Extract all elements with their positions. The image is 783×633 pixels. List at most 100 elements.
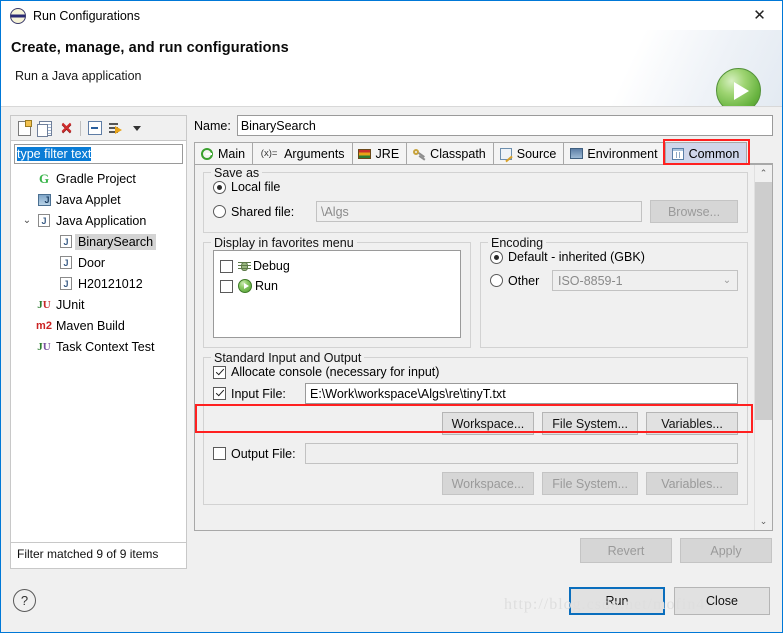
dialog-body: ✕ G Gradle Project Java Applet ⌄ Java Applic… [1,107,782,569]
java-application-icon [35,214,53,227]
radio-dot-icon [213,180,226,194]
tree-item-java-application[interactable]: ⌄ Java Application [11,210,186,231]
scrollbar-thumb[interactable] [755,182,772,421]
scrollbar-track[interactable] [755,182,772,513]
configuration-name-input[interactable] [236,115,773,136]
new-configuration-icon[interactable] [14,118,35,138]
run-button[interactable]: Run [569,586,665,615]
run-checkbox[interactable] [220,279,233,293]
encoding-default-label: Default - inherited (GBK) [508,250,645,264]
input-file-buttons: Workspace... File System... Variables... [213,412,738,435]
encoding-default-radio[interactable]: Default - inherited (GBK) [490,250,645,264]
tab-label: Main [218,146,246,161]
favorite-run-item[interactable]: Run [220,276,454,296]
allocate-console-label: Allocate console (necessary for input) [231,365,440,379]
name-label: Name: [194,118,231,133]
filter-configurations-icon[interactable] [105,118,126,138]
tree-item-gradle-project[interactable]: G Gradle Project [11,168,186,189]
apply-button[interactable]: Apply [680,538,772,563]
title-bar: Run Configurations ✕ [1,1,782,30]
tree-item-h20121012[interactable]: H20121012 [11,273,186,294]
configuration-editor: Name: Main (x)= Arguments JRE Classpath Sourc… [194,115,773,569]
tab-label: Classpath [430,146,486,161]
input-file-label: Input File: [231,386,286,401]
output-file-input[interactable] [305,443,738,464]
scroll-up-icon[interactable]: ⌃ [755,165,772,182]
close-button[interactable]: Close [674,586,770,615]
content-scrollbar[interactable]: ⌃ ⌄ [754,165,772,530]
workspace-button[interactable]: Workspace... [441,412,535,435]
tab-bar: Main (x)= Arguments JRE Classpath Source Envir… [194,139,773,165]
favorites-list[interactable]: Debug Run [213,250,461,338]
configurations-tree[interactable]: G Gradle Project Java Applet ⌄ Java Applicat… [10,166,187,543]
run-configurations-dialog: Run Configurations ✕ Create, manage, and… [0,0,783,633]
tab-environment[interactable]: Environment [563,142,666,164]
search-input[interactable] [14,144,183,164]
tree-item-label: BinarySearch [75,233,157,250]
junit-icon: JU [37,298,51,311]
output-workspace-button[interactable]: Workspace... [441,472,535,495]
allocate-console-checkbox[interactable]: Allocate console (necessary for input) [213,365,439,379]
tab-label: JRE [375,146,400,161]
tab-arguments[interactable]: (x)= Arguments [252,142,353,164]
header-banner: Create, manage, and run configurations R… [1,30,782,107]
favorites-group: Display in favorites menu Debug Run [203,236,471,348]
java-application-icon [57,235,75,248]
apply-bar: Revert Apply [194,531,773,569]
encoding-select[interactable]: ISO-8859-1 ⌄ [552,270,738,291]
favorite-debug-item[interactable]: Debug [220,256,454,276]
tree-item-junit[interactable]: JU JUnit [11,294,186,315]
variables-button[interactable]: Variables... [646,412,738,435]
debug-checkbox[interactable] [220,259,233,273]
collapse-all-icon[interactable] [84,118,105,138]
shared-file-radio[interactable]: Shared file: [213,205,316,219]
tree-item-label: Gradle Project [56,171,136,186]
input-file-checkbox[interactable]: Input File: [213,387,305,401]
tree-item-binarysearch[interactable]: BinarySearch [11,231,186,252]
duplicate-configuration-icon[interactable] [35,118,56,138]
tree-item-task-context-test[interactable]: JU Task Context Test [11,336,186,357]
tab-classpath[interactable]: Classpath [406,142,494,164]
file-system-button[interactable]: File System... [542,412,638,435]
chevron-down-icon: ⌄ [722,275,732,286]
tab-common[interactable]: Common [664,142,748,164]
configurations-panel: ✕ G Gradle Project Java Applet ⌄ Java Applic… [10,115,187,569]
shared-file-input[interactable] [316,201,642,222]
name-row: Name: [194,115,773,136]
input-file-input[interactable] [305,383,738,404]
help-icon[interactable]: ? [13,589,36,612]
encoding-other-radio[interactable]: Other [490,274,552,288]
main-tab-icon [200,147,214,160]
output-file-checkbox[interactable]: Output File: [213,447,305,461]
favorites-legend: Display in favorites menu [211,236,357,250]
local-file-label: Local file [231,180,281,194]
tree-item-java-applet[interactable]: Java Applet [11,189,186,210]
dialog-footer: ? Run Close http://blog.csdn.net/mofin4 [1,569,782,632]
chevron-down-icon[interactable]: ⌄ [19,215,35,226]
revert-button[interactable]: Revert [580,538,672,563]
debug-icon [238,260,251,273]
tree-item-maven-build[interactable]: m2 Maven Build [11,315,186,336]
browse-button[interactable]: Browse... [650,200,738,223]
close-icon[interactable]: ✕ [737,1,782,29]
tab-jre[interactable]: JRE [351,142,408,164]
output-file-buttons: Workspace... File System... Variables... [213,472,738,495]
scroll-down-icon[interactable]: ⌄ [755,513,772,530]
tab-main[interactable]: Main [194,142,254,164]
tree-item-door[interactable]: Door [11,252,186,273]
delete-configuration-icon[interactable]: ✕ [56,118,77,138]
radio-dot-icon [490,250,503,264]
standard-io-group: Standard Input and Output Allocate conso… [195,351,753,505]
tree-item-label: Task Context Test [56,339,155,354]
favorites-encoding-row: Display in favorites menu Debug Run Enco… [203,236,748,357]
gradle-icon: G [38,170,50,186]
view-menu-chevron-icon[interactable] [126,118,147,138]
favorite-debug-label: Debug [253,259,290,273]
output-variables-button[interactable]: Variables... [646,472,738,495]
tab-source[interactable]: Source [492,142,565,164]
output-file-label: Output File: [231,446,296,461]
jre-tab-icon [358,148,372,159]
checkbox-check-icon [213,387,226,400]
output-file-system-button[interactable]: File System... [542,472,638,495]
local-file-radio[interactable]: Local file [213,180,280,194]
